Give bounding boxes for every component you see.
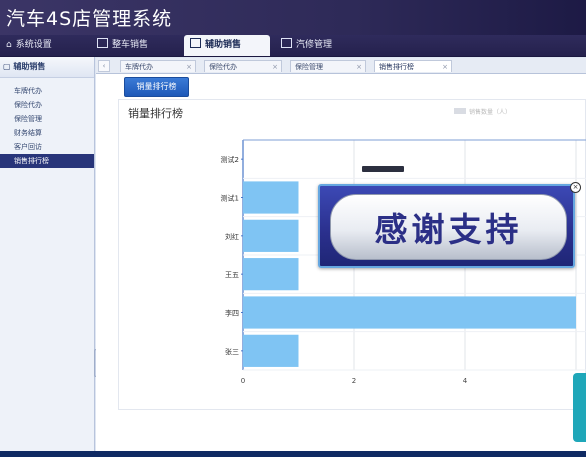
bar[interactable] <box>243 296 576 329</box>
close-circle-icon[interactable]: × <box>570 182 581 193</box>
x-tick-label: 2 <box>352 377 356 385</box>
category-label: 李四 <box>225 309 239 318</box>
overlay-strip <box>362 166 404 172</box>
side-widget[interactable] <box>573 373 586 442</box>
thanks-banner: 感谢支持 <box>330 194 567 260</box>
category-label: 张三 <box>225 347 239 356</box>
bar[interactable] <box>243 258 299 291</box>
thanks-overlay: 感谢支持 <box>318 184 575 268</box>
status-bar <box>0 451 586 457</box>
x-tick-label: 4 <box>463 377 468 385</box>
category-label: 刘红 <box>225 232 239 241</box>
category-label: 测试1 <box>221 194 239 203</box>
bar[interactable] <box>243 181 299 214</box>
bar[interactable] <box>243 219 299 252</box>
thanks-text: 感谢支持 <box>374 210 523 249</box>
category-label: 测试2 <box>221 155 239 164</box>
x-tick-label: 0 <box>241 377 245 385</box>
bar[interactable] <box>243 334 299 367</box>
category-label: 王五 <box>225 271 239 279</box>
